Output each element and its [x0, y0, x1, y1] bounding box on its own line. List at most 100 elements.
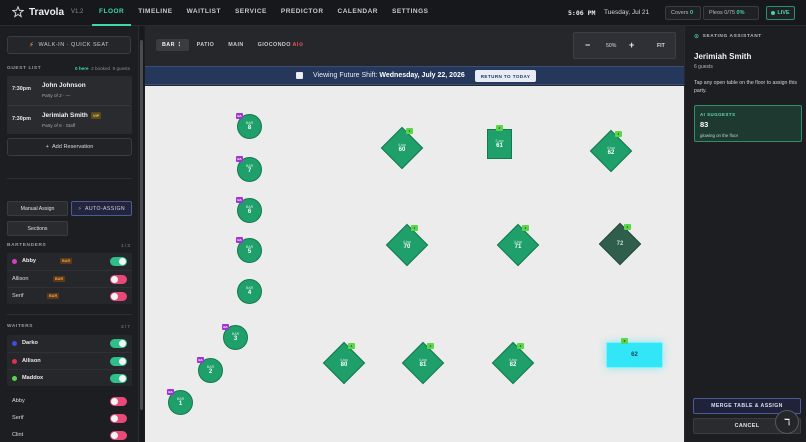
ai-suggestion-card[interactable]: AI SUGGESTS 83 glowing on the floor [694, 105, 802, 142]
table-60[interactable]: 4 4-top 60 [380, 126, 424, 170]
zoom-level: 50% [606, 43, 617, 49]
bar-tag: BAR [53, 276, 66, 282]
staff-toggle[interactable] [110, 275, 127, 284]
plus-icon: + [45, 144, 49, 150]
pleos-counter: Pleos 0/75 0% [703, 6, 759, 20]
nav-waitlist[interactable]: WAITLIST [180, 0, 228, 26]
staff-row-maddox: Maddox [7, 369, 132, 386]
nav-calendar[interactable]: CALENDAR [331, 0, 385, 26]
table-bar-1[interactable]: BA BAR 1 [167, 389, 193, 415]
staff-toggle[interactable] [110, 431, 127, 440]
staff-toggle[interactable] [110, 357, 127, 366]
table-72[interactable]: 4 72 [598, 222, 642, 266]
table-bar-6[interactable]: BA BAR 6 [236, 197, 262, 223]
zone-tab-bar[interactable]: BAR ⋮ [156, 39, 189, 51]
divider [7, 314, 132, 315]
staff-color-dot [12, 259, 17, 264]
main-nav: FLOOR TIMELINE WAITLIST SERVICE PREDICTO… [92, 0, 436, 26]
nav-timeline[interactable]: TIMELINE [131, 0, 179, 26]
walk-in-button[interactable]: ⚡ WALK-IN · QUICK SEAT [7, 36, 131, 54]
staff-row-darko: Darko [7, 335, 132, 352]
guest-time: 7:30pm [12, 86, 31, 92]
table-71[interactable]: 4 4-top 71 [496, 223, 540, 267]
floor-area: BAR ⋮ PATIO MAIN GIOCONDO AI⊘ − 50% + FI… [145, 26, 684, 442]
zone-tab-patio[interactable]: PATIO [191, 39, 221, 51]
table-80[interactable]: 4 4-top 80 [322, 341, 366, 385]
table-61[interactable]: 2 2-top 61 [487, 125, 512, 159]
live-indicator[interactable]: LIVE [766, 6, 795, 20]
assistant-fab-button[interactable]: ℸ [775, 410, 799, 434]
guest-party: Party of 6 · Staff [42, 123, 76, 128]
left-scrollbar-thumb[interactable] [140, 40, 143, 410]
return-to-today-button[interactable]: RETURN TO TODAY [475, 70, 536, 82]
capacity-badge: 4 [427, 343, 434, 349]
sections-button[interactable]: Sections [7, 221, 68, 236]
waiters-title: WAITERS [7, 324, 34, 329]
zone-tab-giocondo[interactable]: GIOCONDO AI⊘ [252, 39, 310, 51]
staff-toggle[interactable] [110, 292, 127, 301]
table-81[interactable]: 4 4-top 81 [401, 341, 445, 385]
table-70[interactable]: 4 4-top 70 [385, 223, 429, 267]
ai-suggested-table: 83 [700, 120, 709, 129]
staff-row-serif-waiter: Serif [7, 410, 132, 427]
guest-name: Jerimiah Smith VIP [42, 112, 102, 120]
nav-service[interactable]: SERVICE [228, 0, 274, 26]
nav-predictor[interactable]: PREDICTOR [274, 0, 331, 26]
staff-toggle[interactable] [110, 339, 127, 348]
staff-color-dot [12, 359, 17, 364]
zoom-in-button[interactable]: + [629, 40, 634, 50]
guest-card-john[interactable]: 7:30pm John Johnson Party of 2 · — [7, 76, 132, 105]
staff-toggle[interactable] [110, 414, 127, 423]
bar-badge: BA [236, 237, 243, 243]
current-date: Tuesday, Jul 21 [604, 9, 650, 16]
add-reservation-button[interactable]: + Add Reservation [7, 138, 132, 156]
staff-row-clint: Clint [7, 427, 132, 442]
future-shift-banner: Viewing Future Shift: Wednesday, July 22… [145, 66, 684, 85]
staff-name: Allison [12, 276, 29, 282]
zone-tab-main[interactable]: MAIN [222, 39, 249, 51]
zoom-fit-button[interactable]: FIT [657, 43, 665, 49]
table-bar-8[interactable]: BA BAR 8 [236, 113, 262, 139]
waiter-list-inactive: Abby Serif Clint [7, 393, 132, 442]
table-bar-7[interactable]: BA BAR 7 [236, 156, 262, 182]
staff-row-serif: Serif BAR [7, 287, 132, 304]
seating-assistant-panel: ⊙ SEATING ASSISTANT Jerimiah Smith 6 gue… [684, 26, 806, 442]
guest-card-jerimiah[interactable]: 7:30pm Jerimiah Smith VIP Party of 6 · St… [7, 105, 132, 134]
assistant-instructions: Tap any open table on the floor to assig… [694, 80, 797, 94]
ai-suggestion-note: glowing on the floor [700, 133, 739, 138]
bar-badge: BA [236, 197, 243, 203]
brand-mark-icon: ℸ [783, 416, 791, 427]
staff-row-abby-waiter: Abby [7, 393, 132, 410]
auto-assign-button[interactable]: ⚡ AUTO-ASSIGN [71, 201, 132, 216]
brand[interactable]: Travola V1.2 [12, 6, 83, 18]
floor-canvas[interactable]: BA BAR 8 BA BAR 7 BA BAR 6 BA BAR 5 BAR … [145, 86, 684, 442]
staff-color-dot [12, 341, 17, 346]
staff-name: Abby [22, 258, 36, 264]
staff-name: Allison [22, 358, 41, 364]
staff-name: Abby [12, 398, 25, 404]
clock: 5:06 PM [568, 9, 596, 17]
top-bar: Travola V1.2 FLOOR TIMELINE WAITLIST SER… [0, 0, 806, 26]
nav-floor[interactable]: FLOOR [92, 0, 132, 26]
table-bar-3[interactable]: BA BAR 3 [222, 324, 248, 350]
calendar-icon [296, 72, 303, 79]
bar-tag: BAR [60, 258, 73, 264]
staff-color-dot [12, 376, 17, 381]
zoom-out-button[interactable]: − [585, 40, 590, 50]
table-bar-4[interactable]: BAR 4 [237, 279, 262, 304]
staff-toggle[interactable] [110, 257, 127, 266]
table-bar-5[interactable]: BA BAR 5 [236, 237, 262, 263]
staff-toggle[interactable] [110, 374, 127, 383]
table-82[interactable]: 4 4-top 82 [491, 341, 535, 385]
nav-settings[interactable]: SETTINGS [385, 0, 436, 26]
staff-toggle[interactable] [110, 397, 127, 406]
guest-time: 7:30pm [12, 116, 31, 122]
bartenders-title: BARTENDERS [7, 243, 47, 248]
manual-assign-button[interactable]: Manual Assign [7, 201, 68, 216]
capacity-badge: 4 [624, 224, 631, 230]
table-bar-2[interactable]: BA BAR 2 [197, 357, 223, 383]
table-suggested[interactable]: 6 62 [606, 338, 663, 368]
location-pin-icon: ⊙ [694, 34, 700, 40]
assistant-header: ⊙ SEATING ASSISTANT [694, 34, 762, 40]
table-62[interactable]: 4 4-top 62 [589, 129, 633, 173]
